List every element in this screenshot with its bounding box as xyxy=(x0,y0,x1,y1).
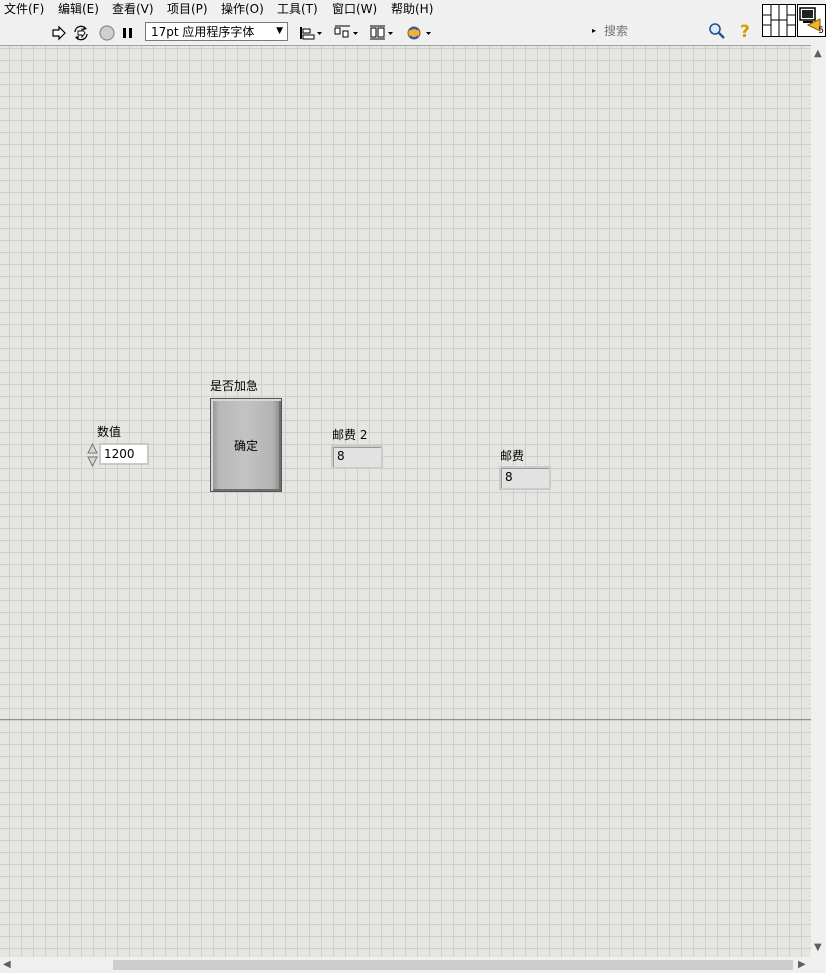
toolbar: 17pt 应用程序字体 ▼ ▸ 搜索 ? xyxy=(0,20,760,45)
resize-objects-icon[interactable] xyxy=(368,23,395,43)
indicator-2-label: 邮费 2 xyxy=(332,428,368,442)
ok-button[interactable]: 确定 xyxy=(210,398,282,492)
indicator-2: 8 xyxy=(331,445,383,469)
distribute-objects-icon[interactable] xyxy=(333,23,360,43)
menu-bar: 文件(F) 编辑(E) 查看(V) 项目(P) 操作(O) 工具(T) 窗口(W… xyxy=(0,0,760,20)
font-select-value: 17pt 应用程序字体 xyxy=(151,25,255,39)
indicator-1: 8 xyxy=(499,466,551,490)
menu-help[interactable]: 帮助(H) xyxy=(391,2,433,16)
front-panel[interactable] xyxy=(0,45,811,958)
magnifier-icon[interactable] xyxy=(708,22,726,43)
ok-button-text: 确定 xyxy=(233,439,258,453)
boolean-button-label: 是否加急 xyxy=(210,379,259,393)
menu-view[interactable]: 查看(V) xyxy=(112,2,154,16)
vertical-scrollbar[interactable]: ▲ ▼ xyxy=(811,45,826,957)
menu-operate[interactable]: 操作(O) xyxy=(221,2,264,16)
menu-edit[interactable]: 编辑(E) xyxy=(58,2,99,16)
vi-icon[interactable]: 5 xyxy=(797,4,826,37)
abort-icon[interactable] xyxy=(98,23,116,43)
horizontal-scrollbar[interactable]: ◀ ▶ xyxy=(0,957,811,973)
panel-bound-line xyxy=(0,719,811,720)
scroll-up-icon[interactable]: ▲ xyxy=(814,48,822,59)
horizontal-scroll-thumb[interactable] xyxy=(113,960,793,970)
search-input[interactable] xyxy=(600,22,700,40)
run-continuously-icon[interactable] xyxy=(71,23,91,43)
menu-file[interactable]: 文件(F) xyxy=(4,2,44,16)
connector-pane[interactable] xyxy=(762,4,796,37)
scroll-left-icon[interactable]: ◀ xyxy=(3,959,11,970)
numeric-control[interactable]: 1200 xyxy=(99,443,149,465)
numeric-control-label: 数值 xyxy=(97,425,122,439)
vi-icon-number: 5 xyxy=(818,26,824,36)
search-box: ▸ xyxy=(592,22,732,42)
scroll-down-icon[interactable]: ▼ xyxy=(814,942,822,953)
scroll-right-icon[interactable]: ▶ xyxy=(798,959,806,970)
reorder-icon[interactable] xyxy=(405,23,433,43)
search-scope-icon: ▸ xyxy=(592,26,597,35)
indicator-1-label: 邮费 xyxy=(500,449,525,463)
menu-project[interactable]: 项目(P) xyxy=(167,2,208,16)
vertical-scroll-thumb[interactable] xyxy=(813,61,824,941)
font-select[interactable]: 17pt 应用程序字体 ▼ xyxy=(145,22,288,41)
chevron-down-icon: ▼ xyxy=(276,26,283,36)
menu-window[interactable]: 窗口(W) xyxy=(332,2,377,16)
context-help-icon[interactable]: ? xyxy=(740,22,756,42)
numeric-increment-decrement[interactable] xyxy=(87,442,98,468)
pause-icon[interactable] xyxy=(120,23,136,43)
menu-tools[interactable]: 工具(T) xyxy=(277,2,318,16)
run-arrow-icon[interactable] xyxy=(50,23,68,43)
align-objects-icon[interactable] xyxy=(297,23,324,43)
